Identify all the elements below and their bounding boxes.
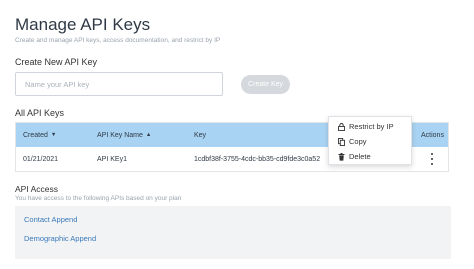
sort-both-icon: ▲︎ <box>145 132 152 138</box>
actions-dropdown-menu: Restrict by IP Copy Delete <box>328 116 412 165</box>
row-name-cell: API KEy1 <box>97 155 127 163</box>
api-key-name-input[interactable] <box>15 72 223 96</box>
create-key-button[interactable]: Create Key <box>241 75 290 94</box>
column-name-label: API Key Name <box>97 131 143 139</box>
menu-item-copy[interactable]: Copy <box>338 135 367 148</box>
row-actions-kebab-icon[interactable] <box>427 153 437 165</box>
api-link-contact-append[interactable]: Contact Append <box>24 215 77 224</box>
page-subtitle: Create and manage API keys, access docum… <box>15 37 221 44</box>
column-created-label: Created <box>23 131 48 139</box>
column-actions-header: Actions <box>421 123 444 147</box>
row-key-cell: 1cdbf38f-3755-4cdc-bb35-cd9fde3c0a52 <box>194 155 321 163</box>
menu-item-delete[interactable]: Delete <box>338 150 371 163</box>
column-actions-label: Actions <box>421 131 444 139</box>
row-created-cell: 01/21/2021 <box>23 155 59 163</box>
api-access-label: API Access <box>15 184 58 194</box>
column-key-label: Key <box>194 131 207 139</box>
column-name-header[interactable]: API Key Name ▲︎ <box>97 123 151 147</box>
all-keys-label: All API Keys <box>15 108 65 118</box>
sort-descending-icon: ▼ <box>50 132 57 138</box>
trash-icon <box>338 152 345 161</box>
api-access-subtitle: You have access to the following APIs ba… <box>15 195 182 202</box>
menu-item-label: Copy <box>349 137 367 146</box>
menu-item-label: Delete <box>349 152 371 161</box>
column-created-header[interactable]: Created ▼ <box>23 123 56 147</box>
copy-icon <box>338 137 345 146</box>
menu-item-restrict-by-ip[interactable]: Restrict by IP <box>338 120 394 133</box>
create-key-label: Create New API Key <box>15 57 98 67</box>
api-link-demographic-append[interactable]: Demographic Append <box>24 234 96 243</box>
manage-api-keys-page: Manage API Keys Create and manage API ke… <box>0 0 474 269</box>
page-title: Manage API Keys <box>15 15 151 34</box>
api-access-list: Contact Append Demographic Append <box>15 206 451 259</box>
lock-icon <box>338 122 345 131</box>
menu-item-label: Restrict by IP <box>349 122 394 131</box>
column-key-header: Key <box>194 123 206 147</box>
